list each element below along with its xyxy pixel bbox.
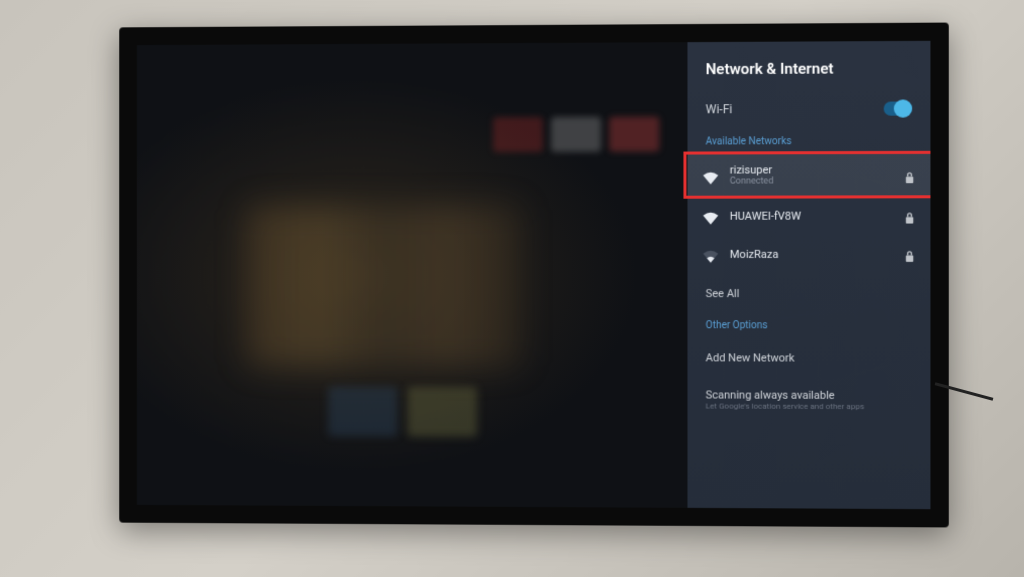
network-item-rizisuper[interactable]: rizisuper Connected bbox=[687, 153, 930, 197]
lock-icon bbox=[904, 169, 916, 181]
bottom-app-row-blur bbox=[328, 387, 632, 438]
network-info: rizisuper Connected bbox=[730, 163, 894, 187]
scanning-subtitle: Let Google's location service and other … bbox=[706, 402, 865, 412]
wifi-toggle[interactable] bbox=[884, 101, 912, 115]
available-networks-label: Available Networks bbox=[687, 130, 930, 154]
tv-brand-logo: TCL bbox=[514, 511, 546, 523]
network-ssid: rizisuper bbox=[730, 163, 894, 176]
settings-panel: Network & Internet Wi-Fi Available Netwo… bbox=[687, 41, 930, 509]
lock-icon bbox=[904, 248, 916, 260]
app-row-blur bbox=[493, 117, 659, 173]
screen-reflection bbox=[246, 205, 521, 367]
network-info: HUAWEI-fV8W bbox=[730, 209, 894, 222]
panel-title: Network & Internet bbox=[687, 59, 930, 94]
see-all-button[interactable]: See All bbox=[687, 273, 930, 314]
network-ssid: HUAWEI-fV8W bbox=[730, 209, 894, 222]
lock-icon bbox=[904, 209, 916, 221]
tv-frame: Network & Internet Wi-Fi Available Netwo… bbox=[119, 23, 949, 528]
add-network-button[interactable]: Add New Network bbox=[687, 337, 930, 379]
wifi-toggle-row[interactable]: Wi-Fi bbox=[687, 93, 930, 124]
app-tile bbox=[551, 117, 601, 152]
scanning-row[interactable]: Scanning always available Let Google's l… bbox=[687, 378, 930, 421]
other-options-label: Other Options bbox=[687, 314, 930, 337]
app-tile bbox=[328, 387, 397, 437]
network-status: Connected bbox=[730, 176, 894, 186]
app-tile bbox=[493, 117, 543, 152]
tv-screen: Network & Internet Wi-Fi Available Netwo… bbox=[137, 41, 931, 509]
scanning-text: Scanning always available Let Google's l… bbox=[706, 388, 865, 411]
wifi-signal-icon bbox=[702, 166, 720, 184]
app-tile bbox=[407, 387, 477, 437]
wifi-signal-icon bbox=[702, 207, 720, 225]
network-info: MoizRaza bbox=[730, 247, 894, 260]
app-tile bbox=[609, 117, 659, 152]
network-item-moizraza[interactable]: MoizRaza bbox=[687, 235, 930, 273]
wifi-signal-icon bbox=[702, 245, 720, 263]
home-screen-blur bbox=[137, 42, 688, 508]
toggle-knob bbox=[894, 99, 912, 117]
scanning-title: Scanning always available bbox=[706, 388, 865, 402]
network-ssid: MoizRaza bbox=[730, 247, 894, 260]
wifi-label: Wi-Fi bbox=[706, 102, 733, 116]
network-item-huawei[interactable]: HUAWEI-fV8W bbox=[687, 196, 930, 235]
